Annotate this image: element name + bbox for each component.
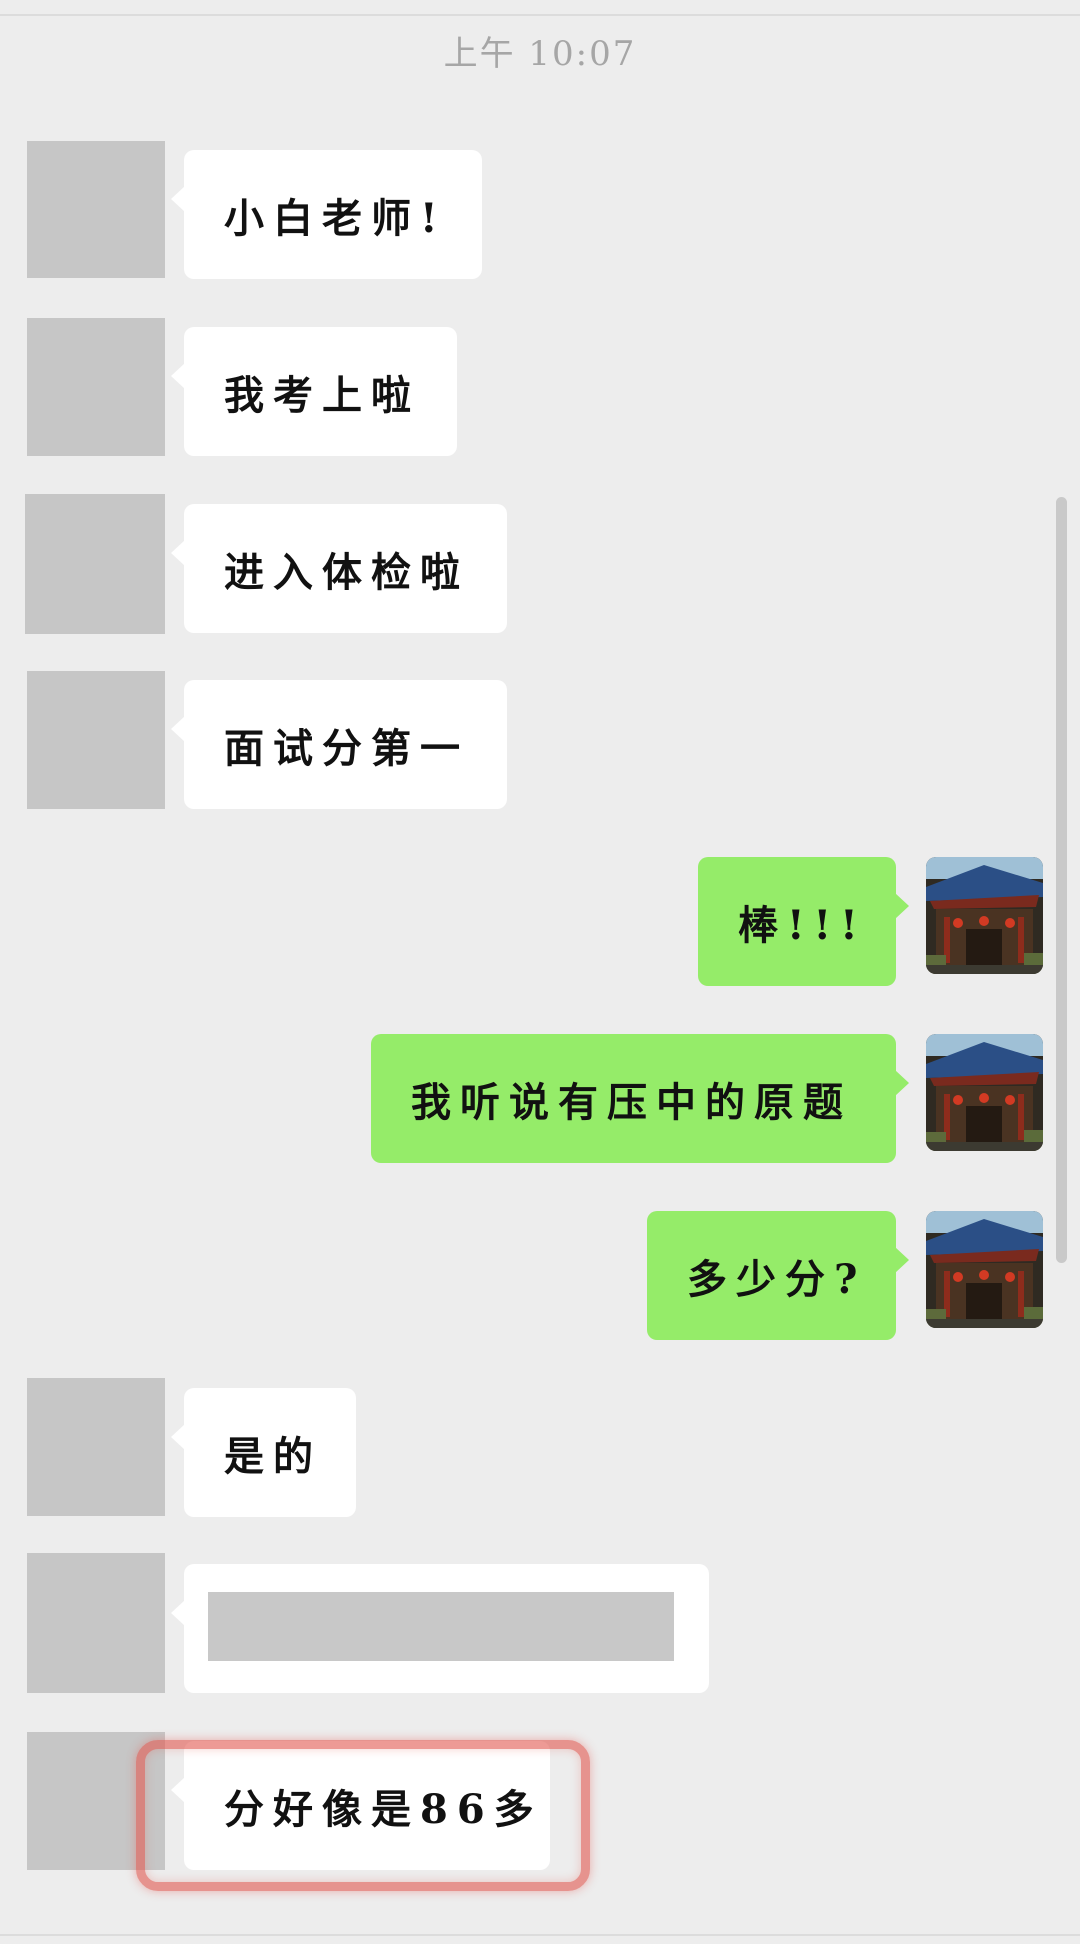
message-bubble[interactable]: 小白老师! <box>171 150 482 279</box>
pagoda-photo-icon <box>926 1211 1043 1328</box>
self-avatar[interactable] <box>926 857 1043 974</box>
pagoda-photo-icon <box>926 1034 1043 1151</box>
message-bubble[interactable]: 我听说有压中的原题 <box>371 1034 909 1163</box>
message-bubble[interactable]: 多少分? <box>647 1211 909 1340</box>
message-text: 小白老师! <box>224 194 447 242</box>
avatar-placeholder[interactable] <box>27 141 165 278</box>
message-text: 棒!!! <box>738 901 867 949</box>
pagoda-photo-icon <box>926 857 1043 974</box>
avatar-placeholder[interactable] <box>27 1553 165 1693</box>
bottom-divider <box>0 1934 1080 1936</box>
avatar-placeholder[interactable] <box>25 494 165 634</box>
message-bubble[interactable] <box>171 1564 709 1693</box>
avatar-placeholder[interactable] <box>27 1378 165 1516</box>
avatar-placeholder[interactable] <box>27 671 165 809</box>
message-text: 是的 <box>224 1432 322 1480</box>
message-text: 进入体检啦 <box>224 548 469 596</box>
message-text: 我听说有压中的原题 <box>411 1078 852 1126</box>
message-bubble[interactable]: 进入体检啦 <box>171 504 507 633</box>
message-text: 面试分第一 <box>224 724 469 772</box>
self-avatar[interactable] <box>926 1034 1043 1151</box>
avatar-placeholder[interactable] <box>27 318 165 456</box>
top-divider <box>0 14 1080 16</box>
message-bubble[interactable]: 棒!!! <box>698 857 909 986</box>
message-text: 我考上啦 <box>224 371 420 419</box>
message-bubble[interactable]: 我考上啦 <box>171 327 457 456</box>
redaction-bar <box>208 1592 674 1661</box>
message-bubble[interactable]: 面试分第一 <box>171 680 507 809</box>
message-bubble[interactable]: 是的 <box>171 1388 356 1517</box>
self-avatar[interactable] <box>926 1211 1043 1328</box>
scrollbar[interactable] <box>1056 497 1067 1263</box>
highlight-annotation <box>136 1740 590 1891</box>
message-text: 多少分? <box>687 1255 867 1303</box>
message-timestamp: 上午 10:07 <box>443 34 637 74</box>
